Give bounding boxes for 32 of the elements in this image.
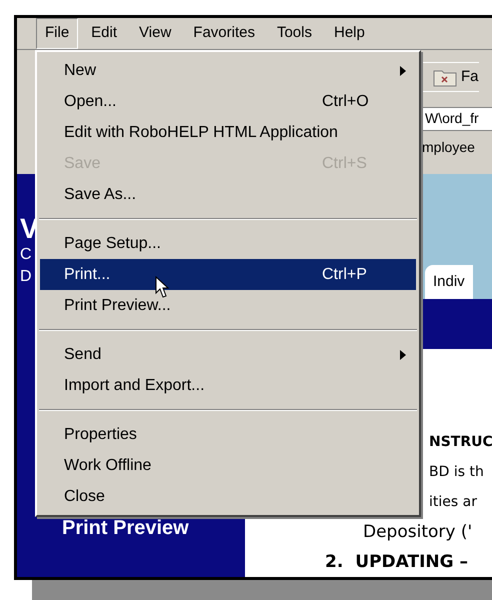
body-text: Depository ('	[362, 521, 474, 544]
body-text: NSTRUC	[428, 433, 492, 452]
menu-item[interactable]: Properties	[40, 419, 416, 450]
list-number: 2.	[325, 551, 344, 574]
body-text: ities ar	[428, 493, 478, 512]
print-preview-link[interactable]: Print Preview	[62, 513, 189, 543]
menu-title[interactable]: File	[36, 18, 78, 49]
menu-item[interactable]: Edit with RoboHELP HTML Application	[40, 117, 416, 148]
button-label: Fa	[461, 67, 479, 88]
body-text: BD is th	[428, 463, 485, 482]
menu-item[interactable]: Close	[40, 481, 416, 512]
menu-title[interactable]: Tools	[268, 18, 321, 49]
menu-item[interactable]: Work Offline	[40, 450, 416, 481]
menu-item[interactable]: Page Setup...	[40, 228, 416, 259]
menu-item[interactable]: Save As...	[40, 179, 416, 210]
mouse-pointer-icon	[155, 276, 169, 298]
menu-title[interactable]: Edit	[82, 18, 126, 49]
sidebar-text: D	[20, 267, 32, 287]
menu-title[interactable]: Favorites	[184, 18, 264, 49]
tab[interactable]: Indiv	[425, 265, 473, 299]
link-text[interactable]: mployee	[422, 137, 475, 158]
sidebar-text: C	[20, 245, 32, 265]
menu-item[interactable]: Import and Export...	[40, 370, 416, 401]
menu-item[interactable]: Open... Ctrl+O	[40, 86, 416, 117]
menu-title[interactable]: Help	[325, 18, 374, 49]
menu-item[interactable]: Print Preview...	[40, 290, 416, 321]
address-field[interactable]: W\ord_fr	[422, 106, 492, 131]
list-heading: UPDATING –	[355, 551, 468, 574]
menu-item[interactable]: Send	[40, 339, 416, 370]
menu-item[interactable]: New	[40, 55, 416, 86]
menu-title[interactable]: View	[130, 18, 180, 49]
menu-item[interactable]: Print... Ctrl+P	[40, 259, 416, 290]
